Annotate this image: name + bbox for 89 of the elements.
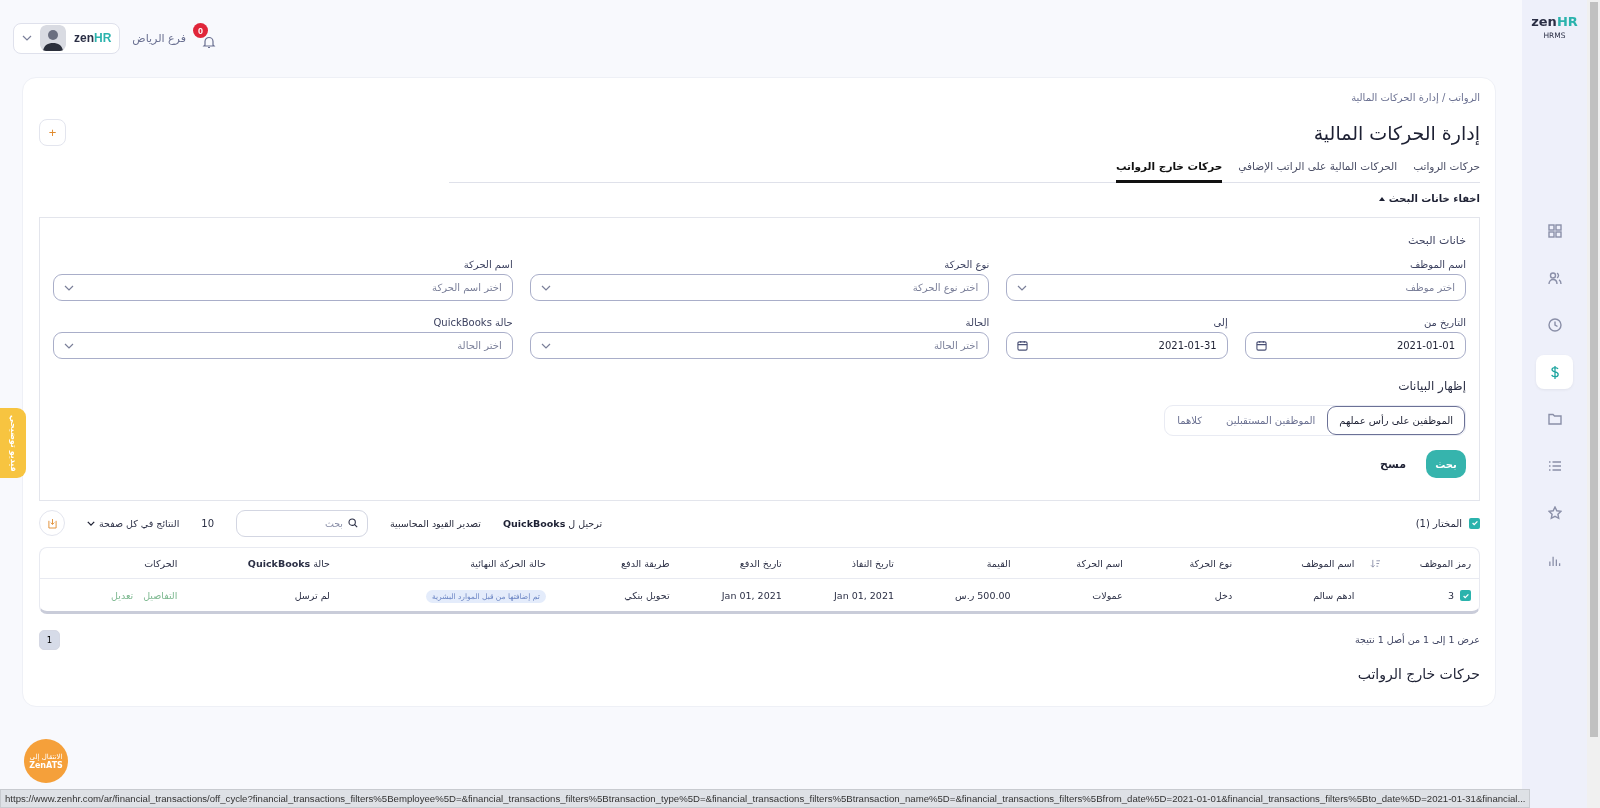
checkbox[interactable] [1460, 590, 1471, 601]
column-header: اسم الموظف [1301, 558, 1355, 569]
tab[interactable]: حركات الرواتب [1413, 156, 1480, 183]
caret-up-icon [1378, 196, 1385, 201]
bell-icon [201, 35, 216, 49]
table-cell: لم ترسل [294, 590, 330, 601]
avatar-icon [40, 25, 66, 51]
breadcrumb: الرواتب / إدارة الحركات المالية [1350, 92, 1480, 103]
search-field[interactable]: بحث [236, 509, 368, 537]
field-label: اسم الموظف [1408, 259, 1466, 270]
page-title: إدارة الحركات المالية [1313, 121, 1480, 144]
column-header: الحركات [144, 558, 178, 569]
check-icon [1461, 591, 1470, 600]
download-icon [47, 517, 57, 529]
column-header: اسم الحركة [1076, 558, 1123, 569]
column-header: القيمة [986, 558, 1011, 569]
column-header: تاريخ النفاذ [851, 558, 894, 569]
table-cell: تحويل بنكي [624, 590, 670, 601]
branch-name: فرع الرياض [132, 31, 186, 45]
users-icon [1547, 271, 1562, 285]
add-button[interactable]: + [39, 119, 66, 146]
section-title: حركات خارج الرواتب [1356, 666, 1480, 682]
chevron-down-icon [540, 342, 551, 349]
field-label: نوع الحركة [943, 259, 990, 270]
star-icon [1547, 506, 1562, 520]
selected-count: المختار (1) [1415, 517, 1462, 529]
tab[interactable]: الحركات المالية على الراتب الإضافي [1238, 156, 1398, 183]
search-icon [348, 518, 358, 528]
field-label: التاريخ من [1422, 317, 1466, 328]
grid-icon [1547, 224, 1562, 238]
field-label: إلى [1212, 317, 1228, 328]
field-label: الحالة [964, 317, 990, 328]
table-cell: ادهم سالم [1313, 590, 1355, 601]
status-url: https://www.zenhr.com/ar/financial_transactions/off_cycle?financial_transactions_filters%5Bemployee%5D=&financial_transactions_filters%5Btransaction_type%5D=&financial_transactions_filters%5Btransaction_name%5D=&financial_transactions_filters%5Bfrom_date%5D=2021-01-01&financial_transactions_filters%5Bto_date%5D=2021-01-31&financial... [0, 789, 1531, 808]
checkbox[interactable] [1469, 517, 1480, 529]
chevron-down-icon [540, 284, 551, 291]
export-button[interactable] [39, 510, 65, 536]
table-cell: دخل [1214, 590, 1233, 601]
column-header: تاريخ الدفع [739, 558, 782, 569]
user-menu[interactable]: zenHR [13, 22, 121, 54]
segment-option[interactable]: الموظفين على رأس عملهم [1327, 406, 1465, 435]
zenhr-logo: zenHR [74, 31, 112, 45]
clock-icon [1547, 318, 1562, 332]
chevron-down-icon [1017, 284, 1028, 291]
page-button[interactable]: 1 [39, 630, 60, 650]
segment-option[interactable]: الموظفين المستقبلين [1214, 406, 1328, 435]
section-label: إظهار البيانات [1397, 379, 1466, 393]
select-field[interactable]: اختر نوع الحركة [529, 274, 990, 301]
check-icon [1470, 519, 1479, 527]
hide-search-toggle[interactable]: اخفاء خانات البحث [1378, 193, 1480, 204]
chevron-down-icon [87, 520, 95, 526]
folder-icon [1547, 413, 1562, 425]
sort-icon[interactable] [1370, 559, 1382, 568]
select-field[interactable]: اختر الحالة [529, 332, 990, 359]
dollar-icon [1548, 364, 1561, 380]
notification-count: 0 [192, 23, 208, 38]
chevron-down-icon [64, 342, 74, 349]
segment-option[interactable]: كلاهما [1165, 406, 1215, 435]
table-cell: عمولات [1092, 590, 1123, 601]
column-header: رمز الموظف [1419, 558, 1471, 569]
field-label: حالة QuickBooks [432, 317, 513, 328]
column-header: حالة الحركة النهائية [470, 558, 546, 569]
field-label: اسم الحركة [462, 259, 513, 270]
table-cell: 500.00 ر.س [955, 590, 1011, 601]
select-field[interactable]: اختر الحالة [53, 332, 513, 359]
chevron-down-icon [64, 284, 74, 291]
export-entries-button[interactable]: تصدير القيود المحاسبية [390, 517, 481, 529]
date-field[interactable]: 2021-01-31 [1006, 332, 1228, 359]
list-icon [1547, 460, 1562, 472]
clear-button[interactable]: مسح [1380, 457, 1406, 471]
table-cell: Jan 01, 2021 [721, 590, 782, 601]
calendar-icon [1255, 340, 1267, 351]
chevron-down-icon [22, 35, 32, 41]
page-size: 10 [201, 517, 214, 529]
page-size-dropdown[interactable]: النتائج في كل صفحة [87, 517, 180, 529]
calendar-icon [1017, 340, 1029, 351]
select-field[interactable]: اختر موظف [1006, 274, 1466, 301]
date-field[interactable]: 2021-01-01 [1244, 332, 1466, 359]
results-summary: عرض 1 إلى 1 من أصل 1 نتيجة [1355, 633, 1480, 645]
select-field[interactable]: اختر اسم الحركة [53, 274, 513, 301]
tab[interactable]: حركات خارج الرواتب [1115, 156, 1223, 183]
sidebar-item[interactable] [1536, 355, 1573, 389]
zenhr-logo: zenHR [1531, 14, 1578, 29]
scrollbar-thumb[interactable] [1589, 2, 1598, 737]
table-cell: 3 [1447, 590, 1454, 601]
panel-title: خانات البحث [1406, 234, 1466, 247]
column-header: طريقة الدفع [621, 558, 670, 569]
column-header: نوع الحركة [1189, 558, 1233, 569]
table-cell: Jan 01, 2021 [834, 590, 894, 601]
